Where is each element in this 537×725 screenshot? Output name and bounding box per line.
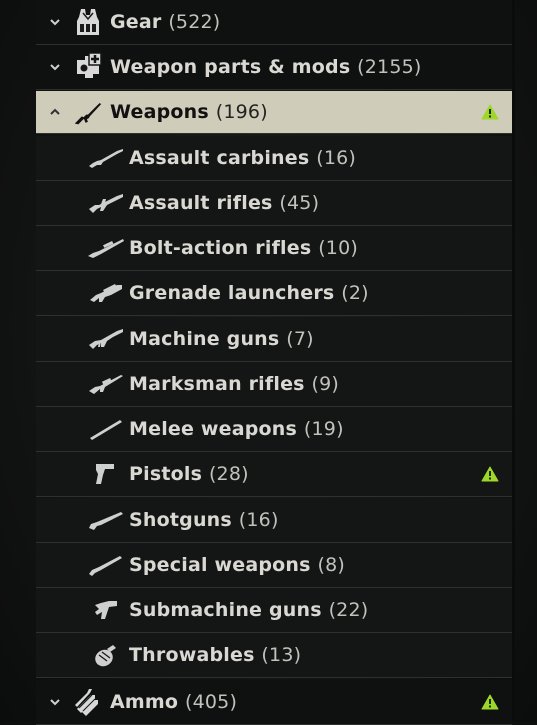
category-ammo[interactable]: Ammo (405) — [36, 680, 512, 725]
category-label: Gear (522) — [110, 11, 221, 33]
category-weapon-parts-mods[interactable]: Weapon parts & mods (2155) — [36, 45, 512, 90]
category-label: Ammo (405) — [110, 691, 238, 713]
bolt-action-rifle-icon — [86, 233, 126, 263]
special-weapon-icon — [86, 550, 126, 580]
subcategory-label: Submachine guns (22) — [129, 599, 369, 621]
subcategory-label: Throwables (13) — [129, 644, 302, 666]
gear-vest-icon — [73, 7, 103, 37]
subcategory-pistols[interactable]: Pistols (28) — [36, 452, 512, 497]
subcategory-grenade-launchers[interactable]: Grenade launchers (2) — [36, 271, 512, 316]
melee-weapon-icon — [86, 414, 126, 444]
subcategory-submachine-guns[interactable]: Submachine guns (22) — [36, 588, 512, 633]
category-gear[interactable]: Gear (522) — [36, 0, 512, 45]
warning-icon — [480, 693, 500, 711]
subcategory-label: Grenade launchers (2) — [129, 282, 369, 304]
subcategory-label: Shotguns (16) — [129, 509, 279, 531]
subcategory-bolt-action-rifles[interactable]: Bolt-action rifles (10) — [36, 226, 512, 271]
assault-carbine-icon — [86, 143, 126, 173]
subcategory-label: Assault carbines (16) — [129, 147, 357, 169]
subcategory-throwables[interactable]: Throwables (13) — [36, 633, 512, 678]
category-label: Weapons (196) — [110, 101, 268, 123]
subcategory-label: Machine guns (7) — [129, 328, 314, 350]
grenade-launcher-icon — [86, 278, 126, 308]
marksman-rifle-icon — [86, 369, 126, 399]
weapon-mods-icon — [73, 52, 103, 82]
chevron-down-icon[interactable] — [48, 60, 62, 74]
subcategory-machine-guns[interactable]: Machine guns (7) — [36, 317, 512, 362]
scrollbar-track[interactable] — [512, 0, 515, 721]
subcategory-label: Marksman rifles (9) — [129, 373, 340, 395]
subcategory-label: Pistols (28) — [129, 463, 249, 485]
warning-icon — [480, 103, 500, 121]
subcategory-label: Special weapons (8) — [129, 554, 345, 576]
subcategory-assault-rifles[interactable]: Assault rifles (45) — [36, 181, 512, 226]
category-weapons[interactable]: Weapons (196) — [36, 91, 512, 134]
subcategory-label: Melee weapons (19) — [129, 418, 344, 440]
warning-icon — [480, 465, 500, 483]
subcategory-shotguns[interactable]: Shotguns (16) — [36, 498, 512, 543]
subcategory-melee-weapons[interactable]: Melee weapons (19) — [36, 407, 512, 452]
subcategory-marksman-rifles[interactable]: Marksman rifles (9) — [36, 362, 512, 407]
rifle-icon — [73, 97, 103, 127]
subcategory-label: Assault rifles (45) — [129, 192, 320, 214]
subcategory-special-weapons[interactable]: Special weapons (8) — [36, 543, 512, 588]
chevron-down-icon[interactable] — [48, 15, 62, 29]
grenade-icon — [86, 640, 126, 670]
submachine-gun-icon — [86, 595, 126, 625]
pistol-icon — [86, 459, 126, 489]
shotgun-icon — [86, 505, 126, 535]
assault-rifle-icon — [86, 188, 126, 218]
subcategory-assault-carbines[interactable]: Assault carbines (16) — [36, 136, 512, 181]
chevron-up-icon[interactable] — [48, 105, 62, 119]
category-list: Gear (522) Weapon parts & mods (2155) We… — [36, 0, 512, 725]
machine-gun-icon — [86, 324, 126, 354]
subcategory-label: Bolt-action rifles (10) — [129, 237, 358, 259]
chevron-down-icon[interactable] — [48, 695, 62, 709]
ammo-icon — [73, 687, 103, 717]
category-label: Weapon parts & mods (2155) — [110, 56, 422, 78]
